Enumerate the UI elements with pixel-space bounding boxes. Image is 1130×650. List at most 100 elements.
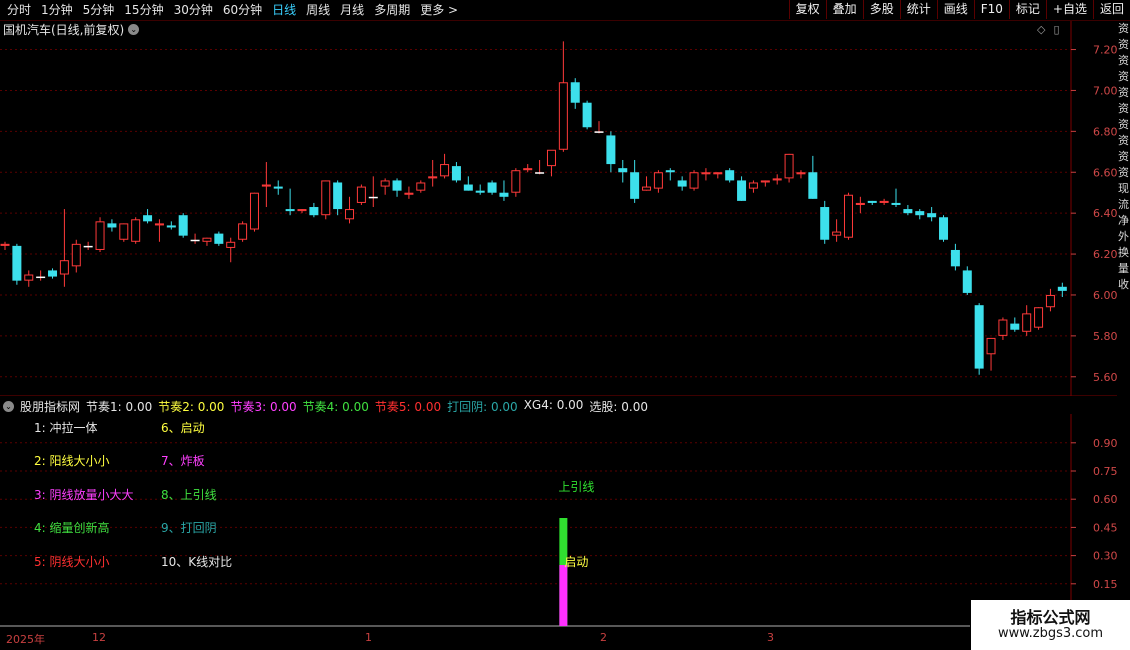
candle xyxy=(71,239,81,273)
toolbar-button[interactable]: 画线 xyxy=(936,0,974,19)
candle xyxy=(939,215,949,242)
right-info-strip: 资资资资资资资资资资现流净外换量收 xyxy=(1118,21,1130,631)
period-tab[interactable]: 月线 xyxy=(335,0,369,20)
candle xyxy=(665,168,675,181)
indicator-legend-item: 8、上引线 xyxy=(161,488,217,502)
candle-body xyxy=(939,217,949,240)
toolbar-button[interactable]: 复权 xyxy=(788,0,826,19)
y-tick-label: 0.75 xyxy=(1093,465,1117,478)
toolbar-button[interactable]: 多股 xyxy=(862,0,900,19)
main-candlestick-chart: 7.20 7.00 6.80 6.60 6.40 6.20 6.00 5.80 5.60 xyxy=(0,21,1117,396)
candle xyxy=(808,155,818,199)
chevron-down-icon[interactable]: ⌄ xyxy=(3,400,14,412)
y-tick-label: 5.60 xyxy=(1093,371,1117,384)
candle xyxy=(855,196,865,214)
candle-body xyxy=(891,202,901,205)
indicator-name[interactable]: 股朋指标网 xyxy=(20,398,80,415)
candle-body xyxy=(190,239,200,242)
toolbar-button[interactable]: 标记 xyxy=(1008,0,1046,19)
period-tab[interactable]: 多周期 xyxy=(369,0,415,20)
candle xyxy=(249,192,259,232)
candle xyxy=(725,168,735,183)
candle-body xyxy=(1010,323,1020,330)
period-tab[interactable]: 分时 xyxy=(2,0,36,20)
candle xyxy=(630,159,640,203)
candle-body xyxy=(333,182,343,210)
candle xyxy=(345,196,355,224)
candle-body xyxy=(713,172,723,175)
candle-body xyxy=(760,180,770,183)
candle-body xyxy=(630,172,640,199)
toolbar-button[interactable]: 叠加 xyxy=(825,0,863,19)
period-tab[interactable]: 30分钟 xyxy=(169,0,218,20)
period-tab[interactable]: 1分钟 xyxy=(36,0,78,20)
period-tab[interactable]: 60分钟 xyxy=(218,0,267,20)
candle xyxy=(772,174,782,185)
candle xyxy=(416,180,426,193)
indicator-value: 节奏4: 0.00 xyxy=(302,399,369,414)
date-label: 1 xyxy=(365,631,372,644)
candle xyxy=(202,237,212,246)
y-tick-label: 6.20 xyxy=(1093,248,1117,261)
period-tab[interactable]: 15分钟 xyxy=(119,0,168,20)
candle-body xyxy=(784,153,794,179)
candle-body xyxy=(689,172,699,189)
candle-body xyxy=(392,180,402,191)
period-tab[interactable]: 5分钟 xyxy=(78,0,120,20)
indicator-legend: ⌄ 股朋指标网 节奏1: 0.00 节奏2: 0.00 节奏3: 0.00 节奏4: … xyxy=(3,398,648,414)
candle-body xyxy=(546,149,556,167)
candle xyxy=(820,200,830,244)
toolbar-button[interactable]: +自选 xyxy=(1045,0,1093,19)
candle xyxy=(1045,288,1055,312)
candle xyxy=(463,176,473,191)
candle xyxy=(297,209,307,214)
candle xyxy=(440,153,450,179)
date-label: 2025年 xyxy=(6,633,45,646)
candle-body xyxy=(475,190,485,193)
candle-body xyxy=(1022,313,1032,332)
toolbar-button[interactable]: F10 xyxy=(973,0,1009,19)
candle-body xyxy=(808,172,818,199)
candle-body xyxy=(582,102,592,128)
candle-body xyxy=(321,180,331,216)
y-tick-label: 0.60 xyxy=(1093,493,1117,506)
candle xyxy=(321,180,331,220)
candle-body xyxy=(487,182,497,193)
candle-body xyxy=(463,184,473,191)
candle xyxy=(428,159,438,187)
y-tick-label: 6.40 xyxy=(1093,207,1117,220)
toolbar-button[interactable]: 返回 xyxy=(1092,0,1130,19)
candle-body xyxy=(1057,286,1067,291)
period-tab[interactable]: 更多 > xyxy=(415,0,463,20)
candle-body xyxy=(368,196,378,199)
candle-body xyxy=(748,182,758,189)
y-tick-label: 7.20 xyxy=(1093,44,1117,57)
period-tab[interactable]: 周线 xyxy=(301,0,335,20)
indicator-legend-item: 5: 阴线大小小 xyxy=(34,555,110,569)
candle xyxy=(12,243,22,285)
candle-body xyxy=(986,337,996,355)
candle xyxy=(404,186,414,199)
candle-body xyxy=(499,192,509,197)
candle-body xyxy=(404,192,414,195)
candle-body xyxy=(0,243,10,246)
candle-body xyxy=(428,176,438,179)
indicator-value: 节奏5: 0.00 xyxy=(374,399,442,414)
signal-bar-start xyxy=(559,565,568,626)
candle-body xyxy=(143,215,153,222)
candle-body xyxy=(119,223,129,240)
candle xyxy=(380,178,390,195)
indicator-legend-item: 1: 冲拉一体 xyxy=(34,421,98,435)
candle-body xyxy=(523,168,533,171)
candle-body xyxy=(855,202,865,205)
candle xyxy=(713,172,723,179)
toolbar-button[interactable]: 统计 xyxy=(899,0,937,19)
period-tab[interactable]: 日线 xyxy=(267,0,301,20)
candle xyxy=(796,170,806,179)
candle-body xyxy=(606,135,616,165)
candle xyxy=(915,209,925,220)
candle-body xyxy=(642,186,652,191)
candle xyxy=(238,221,248,242)
candle-body xyxy=(570,82,580,103)
candle-body xyxy=(380,180,390,187)
